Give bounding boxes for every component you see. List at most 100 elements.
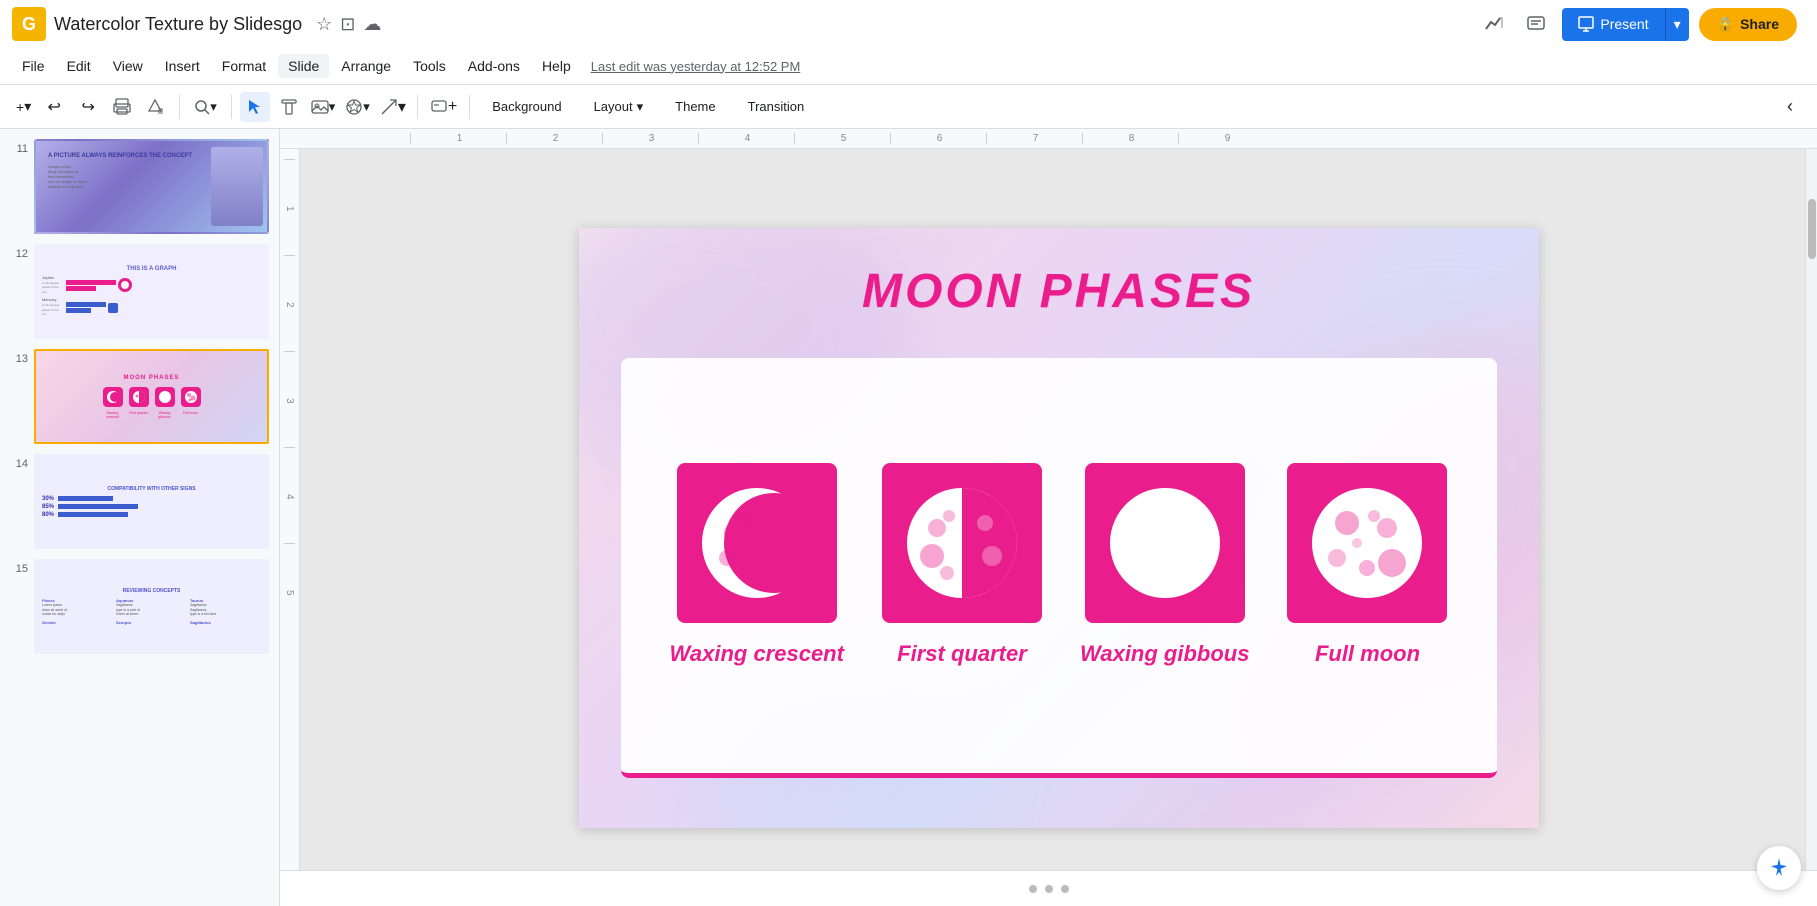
phase-label-full-moon: Full moon xyxy=(1315,641,1420,667)
slides-panel: 11 A PICTURE ALWAYS REINFORCES THE CONCE… xyxy=(0,129,280,906)
comment-button[interactable]: + xyxy=(426,92,461,122)
transition-button[interactable]: Transition xyxy=(734,95,819,118)
line-tool[interactable]: ▾ xyxy=(377,92,409,122)
slide-thumb-13[interactable]: MOON PHASES xyxy=(34,349,269,444)
menu-view[interactable]: View xyxy=(103,54,153,78)
menu-tools[interactable]: Tools xyxy=(403,54,456,78)
image-tool[interactable]: ▾ xyxy=(308,92,339,122)
slide-thumb-15[interactable]: REVIEWING CONCEPTS Pisces Lorem ipsumdol… xyxy=(34,559,269,654)
menu-file[interactable]: File xyxy=(12,54,55,78)
slide-container: MOON PHASES xyxy=(300,149,1817,906)
slide-thumb-14[interactable]: COMPATIBILITY WITH OTHER SIGNS 30% 85% 8… xyxy=(34,454,269,549)
phase-card: Waxing crescent xyxy=(621,358,1497,778)
separator4 xyxy=(469,95,470,119)
phase-item-waxing-gibbous: Waxing gibbous xyxy=(1080,463,1249,667)
bottom-dot-2 xyxy=(1045,885,1053,893)
phase-icon-waxing-gibbous xyxy=(1085,463,1245,623)
menu-slide[interactable]: Slide xyxy=(278,54,329,78)
bottom-bar xyxy=(280,870,1817,906)
smart-compose-button[interactable] xyxy=(1757,846,1801,890)
slide-scrollbar[interactable] xyxy=(1805,149,1817,870)
separator xyxy=(179,95,180,119)
comments-button[interactable] xyxy=(1520,8,1552,40)
collapse-button[interactable]: ‹ xyxy=(1775,92,1805,122)
separator2 xyxy=(231,95,232,119)
slide-number-14: 14 xyxy=(10,458,28,470)
analytics-button[interactable] xyxy=(1478,8,1510,40)
lock-icon: 🔒 xyxy=(1717,16,1734,33)
layout-button[interactable]: Layout ▾ xyxy=(580,95,658,119)
menu-format[interactable]: Format xyxy=(212,54,276,78)
present-icon-small[interactable]: ⊡ xyxy=(340,14,355,35)
zoom-button[interactable]: ▾ xyxy=(188,92,223,122)
ruler-mark: 5 xyxy=(794,133,890,144)
doc-title[interactable]: Watercolor Texture by Slidesgo xyxy=(54,14,302,35)
slide-item-12[interactable]: 12 THIS IS A GRAPH Jupiteris the largest… xyxy=(8,242,271,341)
cloud-icon[interactable]: ☁ xyxy=(363,14,381,35)
print-button[interactable] xyxy=(107,92,137,122)
phase-item-waxing-crescent: Waxing crescent xyxy=(670,463,844,667)
ruler-vertical: 1 2 3 4 5 xyxy=(280,149,300,906)
add-slide-button[interactable]: +▾ xyxy=(12,92,35,122)
redo-button[interactable]: ↪ xyxy=(73,92,103,122)
ruler-mark: 8 xyxy=(1082,133,1178,144)
phase-label-waxing-crescent: Waxing crescent xyxy=(670,641,844,667)
ruler-mark: 6 xyxy=(890,133,986,144)
shape-tool[interactable]: ▾ xyxy=(342,92,373,122)
slide-title: MOON PHASES xyxy=(579,264,1539,319)
slide-thumb-12[interactable]: THIS IS A GRAPH Jupiteris the largest pl… xyxy=(34,244,269,339)
paint-format-button[interactable] xyxy=(141,92,171,122)
ruler-mark: 9 xyxy=(1178,133,1274,144)
slide-thumb-11[interactable]: A PICTURE ALWAYS REINFORCES THE CONCEPT … xyxy=(34,139,269,234)
theme-button[interactable]: Theme xyxy=(661,95,729,118)
ruler-mark-v: 3 xyxy=(284,351,295,447)
editor-area: 1 2 3 4 5 6 7 8 9 1 2 3 4 5 xyxy=(280,129,1817,906)
phase-item-full-moon: Full moon xyxy=(1287,463,1447,667)
phase-icon-waxing-crescent xyxy=(677,463,837,623)
right-controls: Present ▾ 🔒 Share xyxy=(1478,8,1797,41)
top-bar: G Watercolor Texture by Slidesgo ☆ ⊡ ☁ P… xyxy=(0,0,1817,85)
phase-icon-first-quarter xyxy=(882,463,1042,623)
slide-number-11: 11 xyxy=(10,143,28,155)
slide-number-15: 15 xyxy=(10,563,28,575)
share-button[interactable]: 🔒 Share xyxy=(1699,8,1797,41)
menu-edit[interactable]: Edit xyxy=(57,54,101,78)
ruler-mark-v: 5 xyxy=(284,543,295,639)
ruler-horizontal: 1 2 3 4 5 6 7 8 9 xyxy=(280,129,1817,149)
present-button[interactable]: Present xyxy=(1562,8,1664,41)
phase-item-first-quarter: First quarter xyxy=(882,463,1042,667)
phase-label-waxing-gibbous: Waxing gibbous xyxy=(1080,641,1249,667)
title-bar: G Watercolor Texture by Slidesgo ☆ ⊡ ☁ P… xyxy=(0,0,1817,48)
menu-arrange[interactable]: Arrange xyxy=(331,54,401,78)
separator3 xyxy=(417,95,418,119)
background-button[interactable]: Background xyxy=(478,95,575,118)
slide-item-13[interactable]: 13 MOON PHASES xyxy=(8,347,271,446)
slide-canvas-area: 1 2 3 4 5 MOON PHASES xyxy=(280,149,1817,906)
slide-item-11[interactable]: 11 A PICTURE ALWAYS REINFORCES THE CONCE… xyxy=(8,137,271,236)
present-dropdown-button[interactable]: ▾ xyxy=(1665,8,1689,41)
ruler-mark: 1 xyxy=(410,133,506,144)
ruler-marks-h: 1 2 3 4 5 6 7 8 9 xyxy=(410,133,1274,144)
menu-addons[interactable]: Add-ons xyxy=(458,54,530,78)
slide-item-15[interactable]: 15 REVIEWING CONCEPTS Pisces Lorem ipsum… xyxy=(8,557,271,656)
star-icon[interactable]: ☆ xyxy=(316,14,332,35)
title-icons: ☆ ⊡ ☁ xyxy=(316,14,381,35)
ruler-mark: 4 xyxy=(698,133,794,144)
select-tool[interactable] xyxy=(240,92,270,122)
menu-insert[interactable]: Insert xyxy=(155,54,210,78)
bottom-dot-3 xyxy=(1061,885,1069,893)
slide-number-12: 12 xyxy=(10,248,28,260)
ruler-mark: 7 xyxy=(986,133,1082,144)
present-control: Present ▾ xyxy=(1562,8,1688,41)
ruler-mark: 3 xyxy=(602,133,698,144)
phase-icon-full-moon xyxy=(1287,463,1447,623)
main-slide[interactable]: MOON PHASES xyxy=(579,228,1539,828)
undo-button[interactable]: ↩ xyxy=(39,92,69,122)
text-tool[interactable] xyxy=(274,92,304,122)
ruler-mark-v: 1 xyxy=(284,159,295,255)
slide-item-14[interactable]: 14 COMPATIBILITY WITH OTHER SIGNS 30% 85… xyxy=(8,452,271,551)
main-area: 11 A PICTURE ALWAYS REINFORCES THE CONCE… xyxy=(0,129,1817,906)
bottom-dot-1 xyxy=(1029,885,1037,893)
menu-help[interactable]: Help xyxy=(532,54,581,78)
last-edit-label: Last edit was yesterday at 12:52 PM xyxy=(591,59,801,74)
